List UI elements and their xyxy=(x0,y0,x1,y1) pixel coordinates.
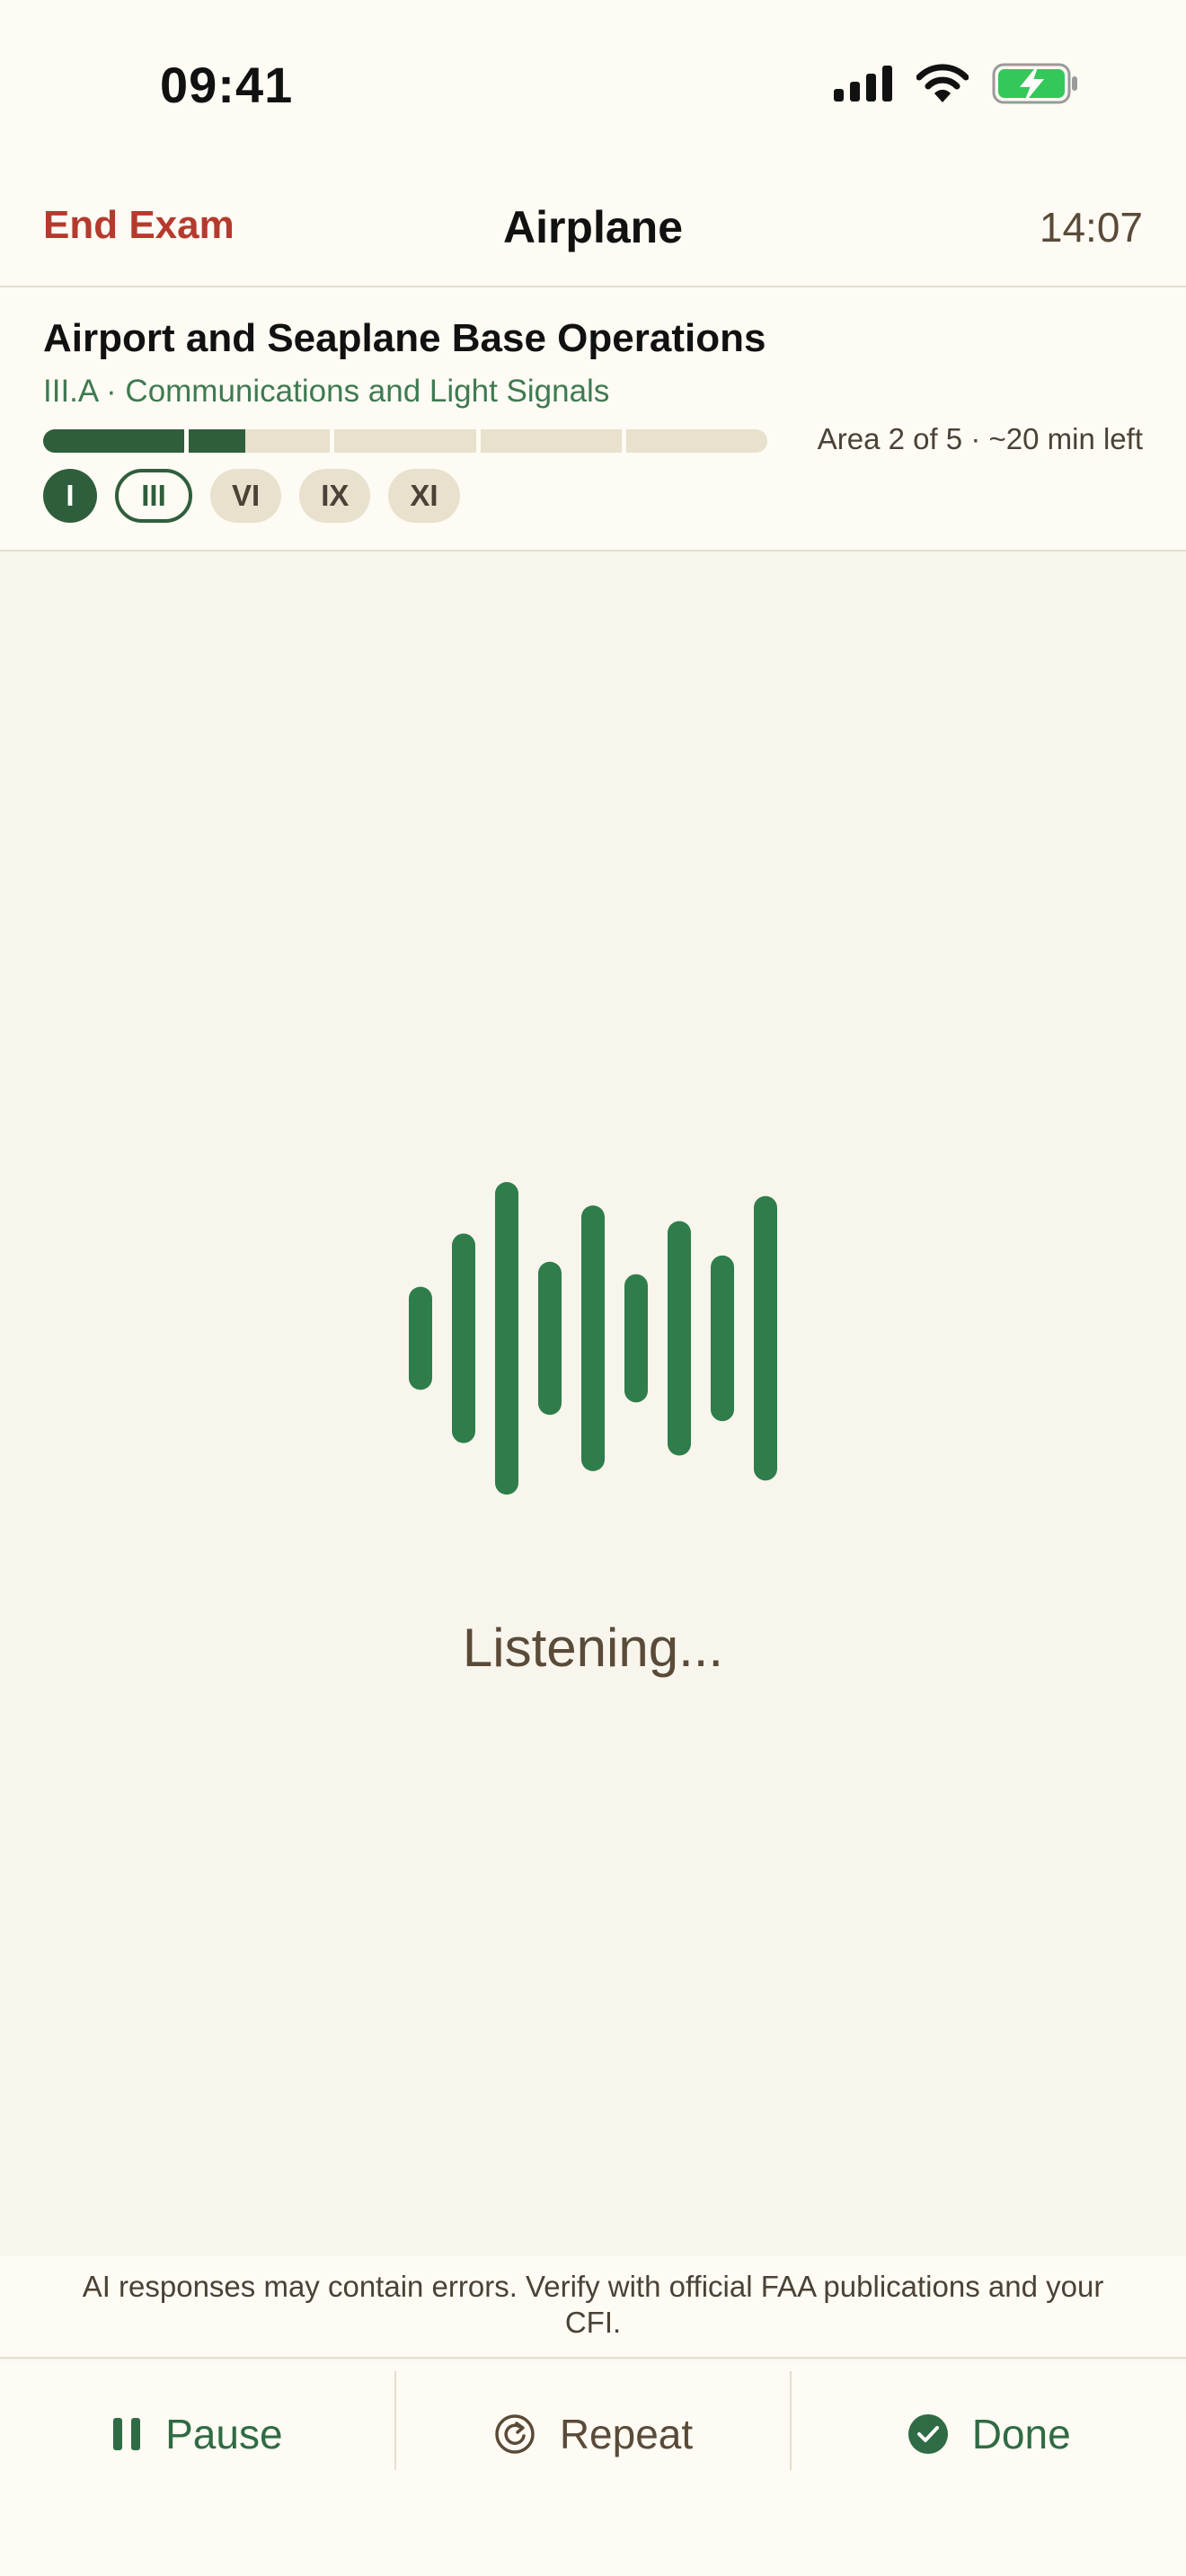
waveform-bar xyxy=(538,1261,562,1416)
exam-progress-header: Airport and Seaplane Base Operations III… xyxy=(0,287,1186,551)
waveform-bar xyxy=(754,1195,777,1481)
status-time: 09:41 xyxy=(160,57,294,113)
area-chip-xi[interactable]: XI xyxy=(388,469,460,523)
progress-bar xyxy=(43,429,768,453)
end-exam-button[interactable]: End Exam xyxy=(43,203,235,248)
progress-segment xyxy=(625,429,768,453)
cellular-signal-icon xyxy=(834,66,892,101)
bottom-toolbar: Pause Repeat Done xyxy=(0,2360,1186,2576)
progress-segment xyxy=(480,429,622,453)
area-chip-i[interactable]: I xyxy=(43,469,97,523)
task-subtitle: III.A · Communications and Light Signals xyxy=(43,374,610,409)
battery-charging-icon xyxy=(992,63,1077,104)
progress-segment xyxy=(189,429,331,453)
waveform-bar xyxy=(624,1274,648,1403)
waveform-bar xyxy=(409,1286,432,1390)
pause-label: Pause xyxy=(165,2411,283,2457)
replay-icon xyxy=(495,2414,535,2454)
waveform-bar xyxy=(452,1233,475,1443)
progress-segment-fill xyxy=(189,429,246,453)
ai-disclaimer: AI responses may contain errors. Verify … xyxy=(0,2256,1186,2359)
progress-segment xyxy=(334,429,476,453)
checkmark-circle-icon xyxy=(907,2414,948,2454)
done-button[interactable]: Done xyxy=(792,2371,1186,2497)
pause-icon xyxy=(113,2418,141,2450)
waveform-bar xyxy=(495,1182,518,1495)
status-icons xyxy=(834,63,1078,104)
area-title: Airport and Seaplane Base Operations xyxy=(43,316,766,360)
progress-segment-fill xyxy=(43,429,185,453)
exam-timer: 14:07 xyxy=(1039,204,1143,251)
area-chips: I III VI IX XI xyxy=(43,469,460,523)
status-bar: 09:41 xyxy=(0,0,1186,171)
progress-segment xyxy=(43,429,185,453)
repeat-label: Repeat xyxy=(559,2411,694,2457)
wifi-icon xyxy=(916,64,969,102)
navigation-bar: End Exam Airplane 14:07 xyxy=(0,171,1186,287)
listening-status: Listening... xyxy=(462,1618,724,1678)
pause-button[interactable]: Pause xyxy=(0,2371,394,2497)
waveform-bar xyxy=(668,1221,691,1456)
progress-text: Area 2 of 5 · ~20 min left xyxy=(817,422,1143,455)
done-label: Done xyxy=(971,2411,1071,2457)
voice-waveform xyxy=(409,1182,777,1495)
area-chip-iii[interactable]: III xyxy=(115,469,192,523)
repeat-button[interactable]: Repeat xyxy=(396,2371,791,2497)
waveform-bar xyxy=(581,1205,605,1471)
area-chip-vi[interactable]: VI xyxy=(210,469,282,523)
area-chip-ix[interactable]: IX xyxy=(299,469,371,523)
waveform-bar xyxy=(711,1255,734,1422)
